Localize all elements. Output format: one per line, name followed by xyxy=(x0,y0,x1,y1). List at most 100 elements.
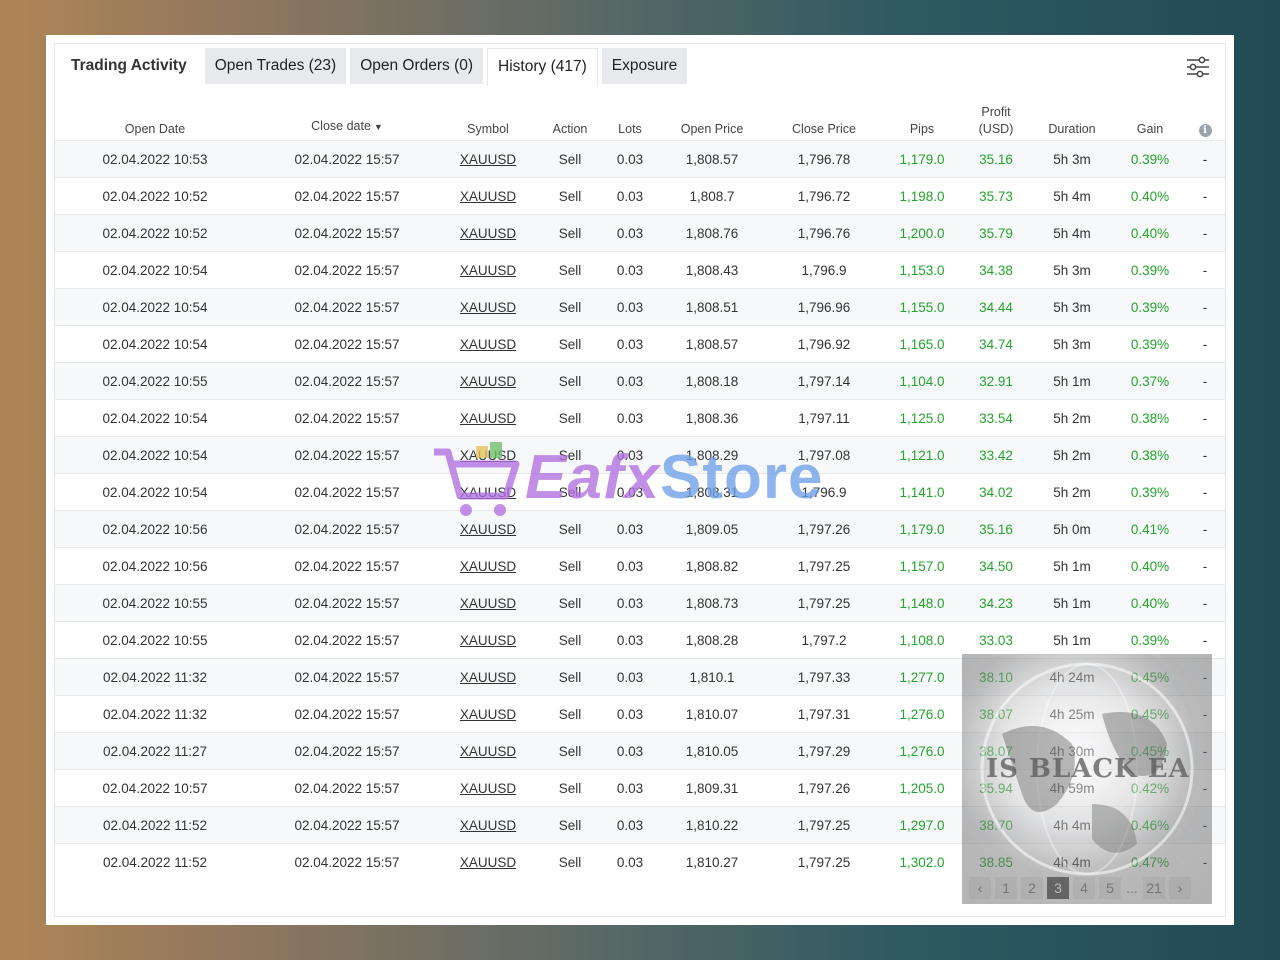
cell-close-price: 1,796.72 xyxy=(767,177,881,215)
cell-symbol[interactable]: XAUUSD xyxy=(439,288,537,326)
sort-desc-icon: ▼ xyxy=(373,122,383,132)
cell-pips: 1,179.0 xyxy=(881,140,963,178)
cell-duration: 5h 2m xyxy=(1029,436,1115,474)
cell-symbol[interactable]: XAUUSD xyxy=(439,436,537,474)
cell-open-date: 02.04.2022 10:55 xyxy=(55,362,255,400)
header-duration[interactable]: Duration xyxy=(1029,92,1115,141)
tab-open-trades[interactable]: Open Trades (23) xyxy=(204,48,347,84)
cell-symbol[interactable]: XAUUSD xyxy=(439,769,537,807)
cell-profit: 34.74 xyxy=(963,325,1029,363)
cell-profit: 34.38 xyxy=(963,251,1029,289)
cell-symbol[interactable]: XAUUSD xyxy=(439,658,537,696)
cell-symbol[interactable]: XAUUSD xyxy=(439,140,537,178)
cell-close-date: 02.04.2022 15:57 xyxy=(255,584,439,622)
table-header-row: Open Date Close date ▼ Symbol Action Lots… xyxy=(55,92,1225,141)
cell-pips: 1,277.0 xyxy=(881,658,963,696)
cell-close-date: 02.04.2022 15:57 xyxy=(255,473,439,511)
cell-symbol[interactable]: XAUUSD xyxy=(439,547,537,585)
sliders-icon[interactable] xyxy=(1185,54,1211,80)
cell-pips: 1,155.0 xyxy=(881,288,963,326)
page-button-2[interactable]: 2 xyxy=(1021,877,1043,899)
cell-close-price: 1,797.25 xyxy=(767,806,881,844)
cell-profit: 33.54 xyxy=(963,399,1029,437)
table-row: 02.04.2022 10:54 02.04.2022 15:57 XAUUSD Se… xyxy=(55,251,1225,289)
cell-open-date: 02.04.2022 11:52 xyxy=(55,843,255,880)
cell-duration: 5h 4m xyxy=(1029,214,1115,252)
cell-symbol[interactable]: XAUUSD xyxy=(439,251,537,289)
cell-profit: 34.44 xyxy=(963,288,1029,326)
cell-extra: - xyxy=(1185,621,1225,659)
cell-symbol[interactable]: XAUUSD xyxy=(439,584,537,622)
cell-action: Sell xyxy=(537,399,603,437)
page-button-5[interactable]: 5 xyxy=(1099,877,1121,899)
cell-symbol[interactable]: XAUUSD xyxy=(439,843,537,880)
cell-duration: 5h 2m xyxy=(1029,473,1115,511)
table-row: 02.04.2022 10:57 02.04.2022 15:57 XAUUSD Se… xyxy=(55,769,1225,807)
prev-page-button[interactable]: ‹ xyxy=(969,877,991,899)
cell-open-date: 02.04.2022 10:54 xyxy=(55,473,255,511)
header-lots[interactable]: Lots xyxy=(603,92,657,141)
header-open-date[interactable]: Open Date xyxy=(55,92,255,141)
cell-action: Sell xyxy=(537,621,603,659)
cell-open-date: 02.04.2022 10:54 xyxy=(55,288,255,326)
cell-open-date: 02.04.2022 10:54 xyxy=(55,325,255,363)
cell-action: Sell xyxy=(537,436,603,474)
page-button-1[interactable]: 1 xyxy=(995,877,1017,899)
cell-extra: - xyxy=(1185,325,1225,363)
header-open-price[interactable]: Open Price xyxy=(657,92,767,141)
page-button-3[interactable]: 3 xyxy=(1047,877,1069,899)
page-button-21[interactable]: 21 xyxy=(1143,877,1165,899)
tab-exposure[interactable]: Exposure xyxy=(601,48,688,84)
tab-open-orders[interactable]: Open Orders (0) xyxy=(350,48,484,84)
cell-lots: 0.03 xyxy=(603,325,657,363)
cell-extra: - xyxy=(1185,584,1225,622)
tab-history[interactable]: History (417) xyxy=(487,48,598,86)
next-page-button[interactable]: › xyxy=(1169,877,1191,899)
cell-open-price: 1,808.36 xyxy=(657,399,767,437)
cell-action: Sell xyxy=(537,769,603,807)
cell-action: Sell xyxy=(537,695,603,733)
cell-symbol[interactable]: XAUUSD xyxy=(439,399,537,437)
cell-symbol[interactable]: XAUUSD xyxy=(439,510,537,548)
cell-action: Sell xyxy=(537,177,603,215)
page-button-4[interactable]: 4 xyxy=(1073,877,1095,899)
cell-close-price: 1,797.31 xyxy=(767,695,881,733)
cell-pips: 1,205.0 xyxy=(881,769,963,807)
header-symbol[interactable]: Symbol xyxy=(439,92,537,141)
cell-symbol[interactable]: XAUUSD xyxy=(439,806,537,844)
header-profit[interactable]: Profit (USD) xyxy=(963,92,1029,141)
cell-symbol[interactable]: XAUUSD xyxy=(439,362,537,400)
cell-profit: 35.79 xyxy=(963,214,1029,252)
cell-gain: 0.38% xyxy=(1115,436,1185,474)
cell-extra: - xyxy=(1185,473,1225,511)
cell-open-price: 1,808.7 xyxy=(657,177,767,215)
table-row: 02.04.2022 10:54 02.04.2022 15:57 XAUUSD Se… xyxy=(55,436,1225,474)
cell-action: Sell xyxy=(537,140,603,178)
cell-action: Sell xyxy=(537,214,603,252)
cell-lots: 0.03 xyxy=(603,399,657,437)
header-close-date[interactable]: Close date ▼ xyxy=(255,92,439,141)
cell-duration: 5h 1m xyxy=(1029,547,1115,585)
cell-extra: - xyxy=(1185,510,1225,548)
cell-gain: 0.40% xyxy=(1115,214,1185,252)
header-close-price[interactable]: Close Price xyxy=(767,92,881,141)
cell-open-date: 02.04.2022 10:53 xyxy=(55,140,255,178)
cell-symbol[interactable]: XAUUSD xyxy=(439,621,537,659)
cell-symbol[interactable]: XAUUSD xyxy=(439,325,537,363)
header-pips[interactable]: Pips xyxy=(881,92,963,141)
cell-open-price: 1,808.31 xyxy=(657,473,767,511)
header-profit-line2: (USD) xyxy=(978,122,1014,136)
cell-symbol[interactable]: XAUUSD xyxy=(439,473,537,511)
info-icon[interactable]: i xyxy=(1198,124,1212,137)
cell-gain: 0.39% xyxy=(1115,621,1185,659)
cell-symbol[interactable]: XAUUSD xyxy=(439,695,537,733)
header-info[interactable]: i xyxy=(1185,92,1225,141)
cell-symbol[interactable]: XAUUSD xyxy=(439,214,537,252)
cell-symbol[interactable]: XAUUSD xyxy=(439,732,537,770)
header-gain[interactable]: Gain xyxy=(1115,92,1185,141)
cell-symbol[interactable]: XAUUSD xyxy=(439,177,537,215)
cell-duration: 4h 4m xyxy=(1029,806,1115,844)
cell-lots: 0.03 xyxy=(603,436,657,474)
cell-gain: 0.39% xyxy=(1115,288,1185,326)
header-action[interactable]: Action xyxy=(537,92,603,141)
